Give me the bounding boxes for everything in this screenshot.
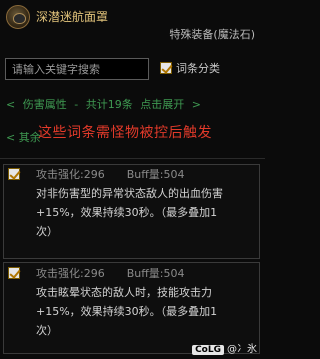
- dash-separator: -: [74, 98, 79, 111]
- entry-count: 共计19条: [85, 98, 133, 111]
- filter-label: 词条分类: [176, 62, 220, 75]
- buff-amount-label: Buff量:504: [126, 267, 185, 280]
- item-name: 深潜迷航面罩: [36, 10, 109, 24]
- collapsed-row[interactable]: < 其余: [6, 129, 41, 145]
- annotation-overlay: 这些词条需怪物被控后触发: [38, 125, 212, 141]
- attack-boost-label: 攻击强化:296: [36, 168, 105, 181]
- expand-link[interactable]: 点击展开: [140, 98, 184, 111]
- category-expander[interactable]: < 伤害属性 - 共计19条 点击展开 >: [6, 96, 205, 112]
- description-line: 次）: [36, 324, 58, 337]
- search-input[interactable]: [5, 58, 149, 80]
- entry-description: 对非伤害型的异常状态敌人的出血伤害 +15%，效果持续30秒。（最多叠加1 次）: [36, 184, 254, 241]
- description-line: +15%，效果持续30秒。（最多叠加1: [36, 206, 218, 219]
- item-type: 特殊装备(魔法石): [169, 28, 255, 41]
- filter-checkbox[interactable]: [160, 62, 172, 74]
- description-line: 次）: [36, 225, 58, 238]
- left-arrow-icon: <: [6, 131, 16, 144]
- description-line: +15%，效果持续30秒。（最多叠加1: [36, 305, 218, 318]
- attack-boost-label: 攻击强化:296: [36, 267, 105, 280]
- divider: [0, 158, 265, 159]
- description-line: 攻击眩晕状态的敌人时，技能攻击力: [36, 286, 212, 299]
- right-arrow-icon: >: [191, 98, 201, 111]
- item-icon: [6, 5, 30, 29]
- site-logo: CoLG: [192, 345, 224, 355]
- left-arrow-icon: <: [6, 98, 16, 111]
- entry-checkbox[interactable]: [8, 168, 20, 180]
- entry-description: 攻击眩晕状态的敌人时，技能攻击力 +15%，效果持续30秒。（最多叠加1 次）: [36, 283, 254, 340]
- entry-checkbox[interactable]: [8, 267, 20, 279]
- category-name: 伤害属性: [22, 98, 67, 111]
- entry-header: 攻击强化:296 Buff量:504: [36, 166, 185, 182]
- watermark-text: @冫氷: [227, 344, 257, 355]
- entry-header: 攻击强化:296 Buff量:504: [36, 265, 185, 281]
- buff-amount-label: Buff量:504: [126, 168, 185, 181]
- description-line: 对非伤害型的异常状态敌人的出血伤害: [36, 187, 223, 200]
- watermark: CoLG @冫氷: [192, 340, 257, 355]
